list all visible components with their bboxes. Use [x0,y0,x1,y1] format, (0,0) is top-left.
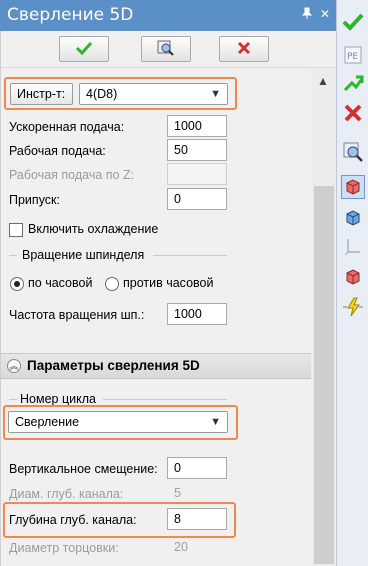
scroll-thumb[interactable] [314,186,334,564]
tool-value: 4(D8) [86,87,118,101]
scroll-up-icon[interactable]: ▲ [317,74,329,88]
cycle-group-label: Номер цикла [20,392,96,406]
apply-check-icon[interactable] [341,10,365,34]
z-feed-input [167,163,227,185]
z-feed-label: Рабочая подача по Z: [9,168,135,182]
cycle-value: Сверление [15,415,80,429]
blue-cube-icon[interactable] [341,206,365,230]
vertical-offset-input[interactable]: 0 [167,457,227,479]
work-feed-label: Рабочая подача: [9,144,106,158]
rapid-feed-input[interactable]: 1000 [167,115,227,137]
vertical-offset-label: Вертикальное смещение: [9,462,158,476]
spindle-group-line-left [9,255,17,256]
work-feed-input[interactable]: 50 [167,139,227,161]
magnifier-preview-icon[interactable] [341,140,365,164]
collapse-icon[interactable]: ︽ [7,359,21,373]
recalculate-arrow-icon[interactable] [341,71,365,95]
coolant-checkbox[interactable] [9,223,23,237]
cycle-group-line-right [103,399,227,400]
operation-panel: Инстр-т: 4(D8) ▼ Ускоренная подача: 1000… [0,31,337,566]
parameters-pe-icon[interactable]: PE [341,43,365,67]
ok-button[interactable] [59,36,109,62]
chevron-down-icon: ▼ [210,88,221,100]
right-toolbar: PE [336,0,368,566]
spindle-group-label: Вращение шпинделя [22,248,145,262]
tool-button[interactable]: Инстр-т: [10,83,73,105]
face-diameter-input: 20 [174,540,188,554]
spindle-cw-radio[interactable] [10,277,24,291]
vertical-scrollbar[interactable]: ▲ [311,68,337,566]
close-icon[interactable]: ✕ [318,7,332,21]
preview-button[interactable] [141,36,191,62]
spindle-cw-label[interactable]: по часовой [28,276,92,290]
red-cube-icon[interactable] [341,175,365,199]
chevron-down-icon: ▼ [210,416,221,428]
hole-depth-input[interactable]: 8 [167,508,227,530]
check-icon [75,41,93,58]
x-icon [237,41,251,58]
spindle-ccw-radio[interactable] [105,277,119,291]
drilling-5d-section-header[interactable]: ︽ Параметры сверления 5D [1,353,311,379]
cycle-group-line-left [9,399,17,400]
action-bar [1,31,337,68]
rapid-feed-label: Ускоренная подача: [9,120,125,134]
cancel-button[interactable] [219,36,269,62]
cycle-select[interactable]: Сверление ▼ [8,411,228,433]
spindle-speed-input[interactable]: 1000 [167,303,227,325]
delete-x-icon[interactable] [341,101,365,125]
spindle-speed-label: Частота вращения шп.: [9,308,145,322]
lightning-icon[interactable] [341,295,365,319]
tool-select[interactable]: 4(D8) ▼ [79,83,228,105]
allowance-label: Припуск: [9,193,60,207]
preview-icon [157,40,175,59]
svg-text:PE: PE [347,52,358,62]
title-bar: Сверление 5D ✕ [0,0,336,31]
axes-icon[interactable] [341,234,365,258]
pin-icon[interactable] [300,7,314,21]
spindle-ccw-label[interactable]: против часовой [123,276,213,290]
allowance-input[interactable]: 0 [167,188,227,210]
hole-diameter-label: Диам. глуб. канала: [9,487,124,501]
hole-diameter-input: 5 [174,486,181,500]
spindle-group-line-right [153,255,227,256]
hole-depth-label: Глубина глуб. канала: [9,513,137,527]
red-block-icon[interactable] [341,265,365,289]
section-title: Параметры сверления 5D [27,358,200,373]
window-title: Сверление 5D [7,5,134,25]
face-diameter-label: Диаметр торцовки: [9,541,119,555]
parameters-content: Инстр-т: 4(D8) ▼ Ускоренная подача: 1000… [1,68,311,566]
coolant-label[interactable]: Включить охлаждение [28,222,158,236]
